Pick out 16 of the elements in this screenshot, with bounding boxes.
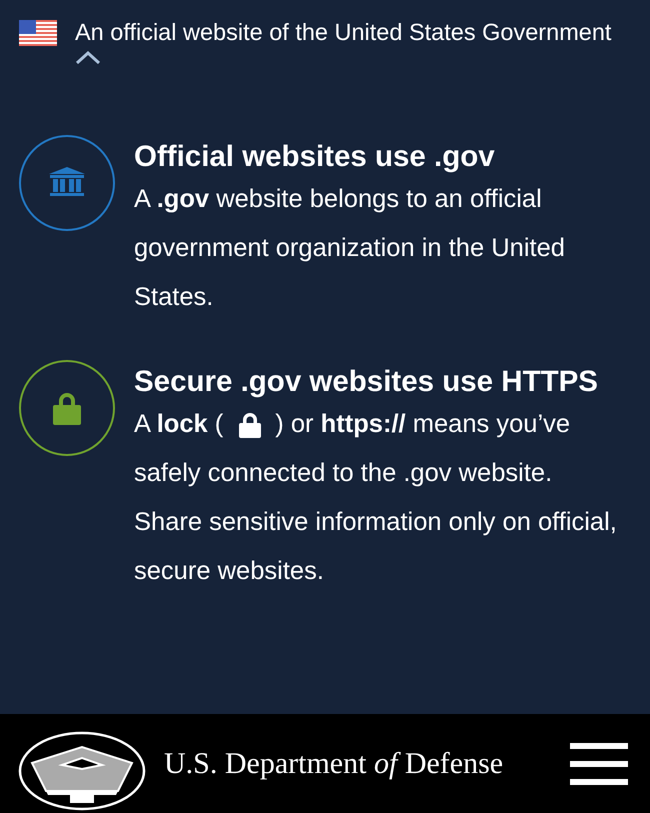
site-title: U.S. Department of Defense	[164, 746, 504, 780]
flag-icon	[19, 20, 57, 46]
lock-icon	[239, 412, 262, 438]
section-heading: Secure .gov websites use HTTPS	[134, 364, 599, 400]
body-text: safely connected to the .gov website. Share sensitive information only on official, secure websites.	[134, 458, 618, 587]
chevron-icon	[75, 50, 101, 64]
collapse-toggle[interactable]	[75, 50, 101, 64]
lock-icon	[53, 391, 81, 425]
section-heading: Official websites use .gov	[134, 139, 496, 175]
body-text: ) or https:// means you’ve	[275, 409, 570, 440]
banner-text: An official website of the United States Government	[75, 18, 612, 47]
body-text: A lock (	[134, 409, 224, 440]
body-text: A .gov website belongs to an official government organization in the United States.	[134, 184, 566, 313]
menu-button[interactable]	[570, 742, 628, 784]
menu-icon	[570, 742, 628, 784]
building-icon	[48, 167, 86, 199]
